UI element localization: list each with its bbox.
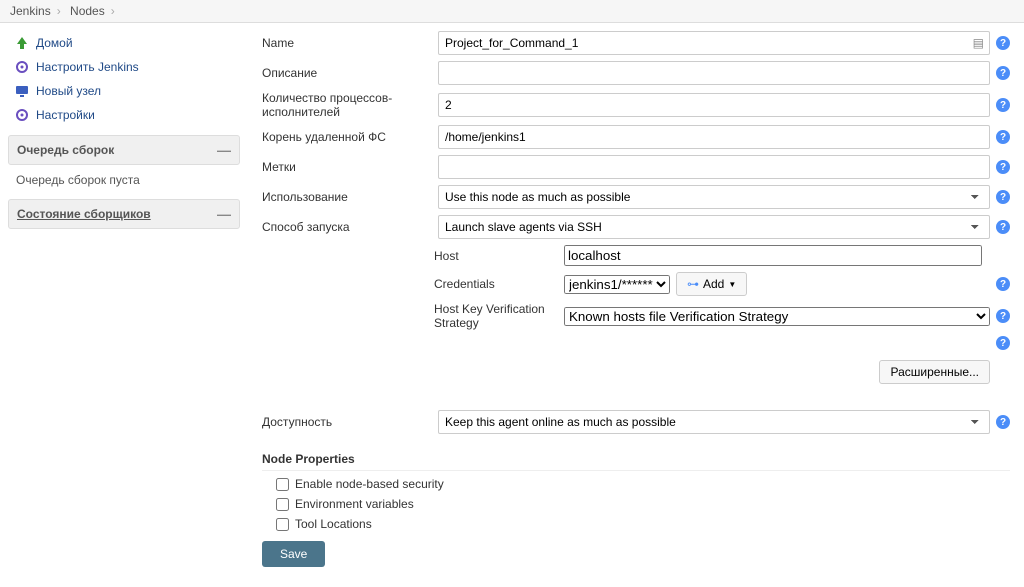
sidebar-item-label: Настройки — [36, 108, 95, 122]
sidebar-item-new-node[interactable]: Новый узел — [8, 79, 248, 103]
add-credentials-button[interactable]: ⊶ Add ▼ — [676, 272, 747, 296]
executors-input[interactable] — [438, 93, 990, 117]
executors-label: Количество процессов-исполнителей — [262, 91, 438, 119]
help-icon[interactable]: ? — [996, 130, 1010, 144]
credentials-label: Credentials — [434, 277, 564, 291]
help-icon[interactable]: ? — [996, 277, 1010, 291]
usage-label: Использование — [262, 190, 438, 204]
arrow-up-icon — [14, 35, 30, 51]
checkbox-label: Environment variables — [295, 497, 414, 511]
gear-icon — [14, 59, 30, 75]
chevron-down-icon: ▼ — [728, 280, 736, 289]
chevron-right-icon: › — [57, 4, 61, 18]
collapse-icon[interactable]: — — [217, 142, 231, 158]
gear-icon — [14, 107, 30, 123]
remote-root-label: Корень удаленной ФС — [262, 130, 438, 144]
build-queue-empty: Очередь сборок пуста — [8, 169, 248, 191]
sidebar-item-settings[interactable]: Настройки — [8, 103, 248, 127]
hostkey-label: Host Key Verification Strategy — [434, 302, 564, 330]
build-queue-header: Очередь сборок — — [8, 135, 240, 165]
chevron-right-icon: › — [111, 4, 115, 18]
breadcrumb-item[interactable]: Jenkins — [10, 4, 51, 18]
nodeprop-security[interactable]: Enable node-based security — [276, 477, 1010, 491]
sidebar-item-label: Домой — [36, 36, 73, 50]
checkbox[interactable] — [276, 498, 289, 511]
credentials-select[interactable]: jenkins1/****** — [564, 275, 670, 294]
edit-icon[interactable]: ▤ — [973, 36, 984, 50]
sidebar: Домой Настроить Jenkins Новый узел Настр… — [0, 23, 248, 587]
help-icon[interactable]: ? — [996, 160, 1010, 174]
checkbox-label: Enable node-based security — [295, 477, 444, 491]
launch-label: Способ запуска — [262, 220, 438, 234]
checkbox[interactable] — [276, 478, 289, 491]
node-properties-title: Node Properties — [262, 452, 1010, 471]
breadcrumb-item[interactable]: Nodes — [70, 4, 105, 18]
host-input[interactable] — [564, 245, 982, 266]
monitor-icon — [14, 83, 30, 99]
availability-label: Доступность — [262, 415, 438, 429]
remote-root-input[interactable] — [438, 125, 990, 149]
sidebar-item-label: Настроить Jenkins — [36, 60, 139, 74]
labels-input[interactable] — [438, 155, 990, 179]
name-input[interactable] — [438, 31, 990, 55]
sidebar-item-label: Новый узел — [36, 84, 101, 98]
description-label: Описание — [262, 66, 438, 80]
checkbox-label: Tool Locations — [295, 517, 372, 531]
usage-select[interactable]: Use this node as much as possible — [438, 185, 990, 209]
collapse-icon[interactable]: — — [217, 206, 231, 222]
host-label: Host — [434, 249, 564, 263]
help-icon[interactable]: ? — [996, 415, 1010, 429]
nodeprop-tools[interactable]: Tool Locations — [276, 517, 1010, 531]
launch-select[interactable]: Launch slave agents via SSH — [438, 215, 990, 239]
add-label: Add — [703, 277, 724, 291]
advanced-button[interactable]: Расширенные... — [879, 360, 990, 384]
key-icon: ⊶ — [687, 277, 699, 291]
sidebar-item-home[interactable]: Домой — [8, 31, 248, 55]
hostkey-select[interactable]: Known hosts file Verification Strategy — [564, 307, 990, 326]
labels-label: Метки — [262, 160, 438, 174]
checkbox[interactable] — [276, 518, 289, 531]
name-label: Name — [262, 36, 438, 50]
help-icon[interactable]: ? — [996, 98, 1010, 112]
help-icon[interactable]: ? — [996, 220, 1010, 234]
main-content: Name ▤ ? Описание ? Количество процессов… — [248, 23, 1024, 587]
executor-status-title[interactable]: Состояние сборщиков — [17, 207, 151, 221]
help-icon[interactable]: ? — [996, 336, 1010, 350]
help-icon[interactable]: ? — [996, 309, 1010, 323]
breadcrumb: Jenkins › Nodes › — [0, 0, 1024, 23]
help-icon[interactable]: ? — [996, 66, 1010, 80]
build-queue-title: Очередь сборок — [17, 143, 114, 157]
help-icon[interactable]: ? — [996, 190, 1010, 204]
sidebar-item-configure[interactable]: Настроить Jenkins — [8, 55, 248, 79]
nodeprop-env[interactable]: Environment variables — [276, 497, 1010, 511]
help-icon[interactable]: ? — [996, 36, 1010, 50]
description-input[interactable] — [438, 61, 990, 85]
save-button[interactable]: Save — [262, 541, 325, 567]
executor-status-header: Состояние сборщиков — — [8, 199, 240, 229]
availability-select[interactable]: Keep this agent online as much as possib… — [438, 410, 990, 434]
